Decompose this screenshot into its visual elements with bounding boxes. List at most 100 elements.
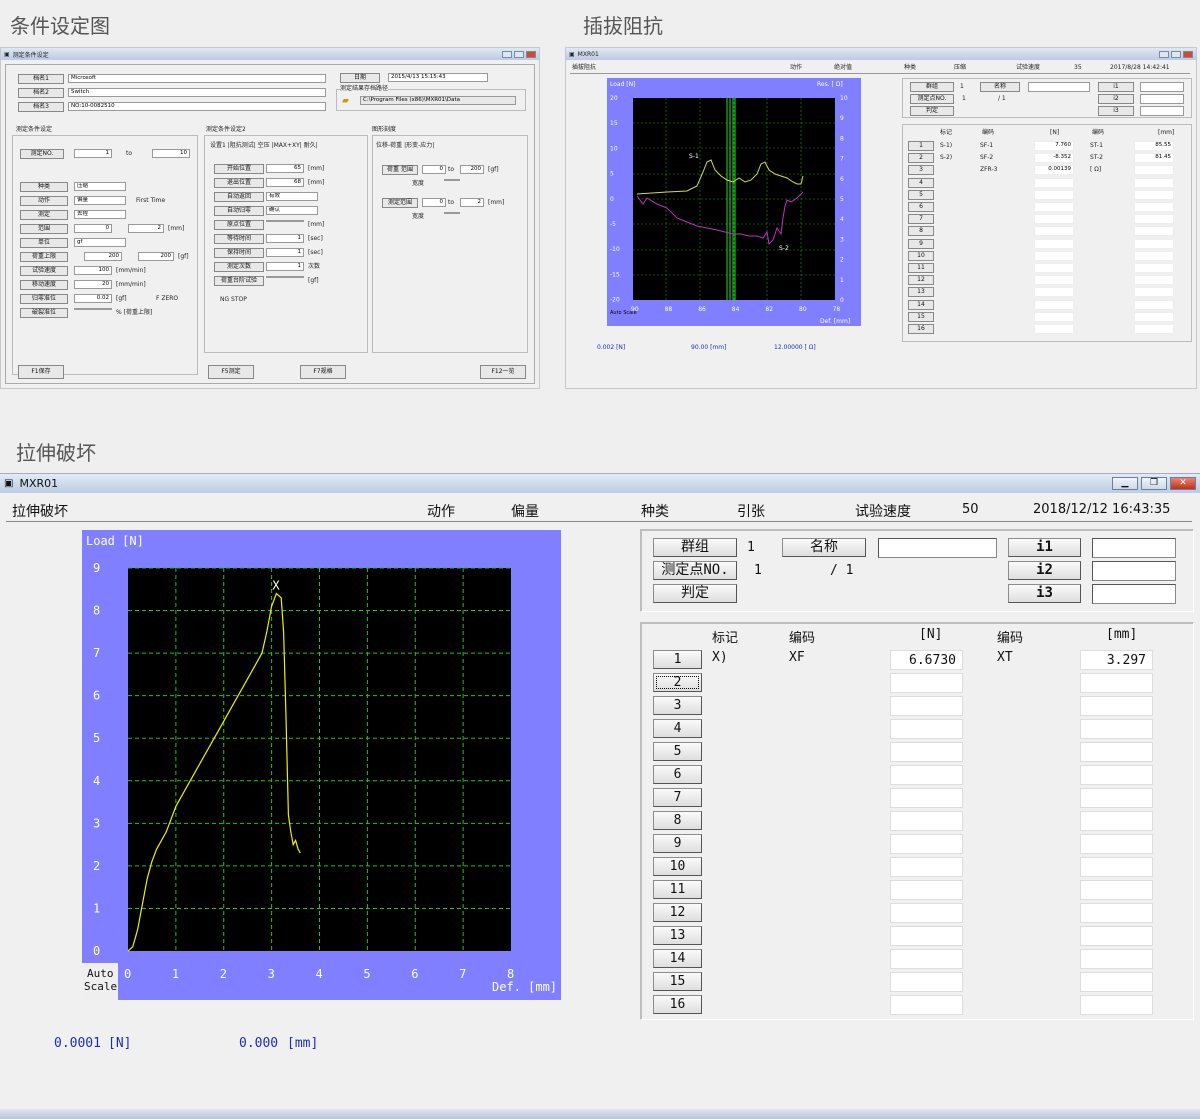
measure-no-to[interactable]: 10 — [152, 149, 190, 158]
i3-input[interactable] — [1092, 584, 1176, 604]
file-name-3-button[interactable]: 档名3 — [18, 102, 64, 112]
ins-row-6-button[interactable]: 6 — [908, 202, 934, 212]
row-2-button[interactable]: 2 — [653, 673, 702, 692]
row-1-button[interactable]: 1 — [653, 650, 702, 669]
measure-no-from[interactable]: 1 — [74, 149, 112, 158]
measure-no-button[interactable]: 测定NO. — [20, 149, 64, 159]
file-name-2-button[interactable]: 档名2 — [18, 88, 64, 98]
ins-i1-field[interactable] — [1140, 82, 1184, 92]
row-11-button[interactable]: 11 — [653, 880, 702, 899]
minimize-icon-3[interactable]: ▁ — [1112, 477, 1138, 490]
ins-row-8-button[interactable]: 8 — [908, 226, 934, 237]
close-icon-2[interactable] — [1183, 50, 1193, 58]
row-10-button[interactable]: 10 — [653, 857, 702, 876]
row-9-button[interactable]: 9 — [653, 834, 702, 853]
ins-i3-button[interactable]: i3 — [1098, 106, 1134, 116]
start-position-field[interactable]: 65 — [266, 164, 304, 173]
unit-select[interactable]: gf — [74, 238, 126, 247]
ins-group-button[interactable]: 群组 — [910, 82, 954, 92]
group2-tabs[interactable]: 设置1 |阻抗测试| 空压 |MAX+XY| 耐久| — [210, 143, 318, 149]
row-6-button[interactable]: 6 — [653, 765, 702, 784]
row-7-button[interactable]: 7 — [653, 788, 702, 807]
ins-row-11-button[interactable]: 11 — [908, 263, 934, 273]
file-name-2-field[interactable]: Switch — [68, 88, 326, 97]
i3-button[interactable]: i3 — [1008, 584, 1081, 603]
file-name-1-field[interactable]: Microsoft — [68, 74, 326, 83]
ins-judge-button[interactable]: 判定 — [910, 106, 954, 116]
row-13-button[interactable]: 13 — [653, 926, 702, 945]
row-3-button[interactable]: 3 — [653, 696, 702, 715]
row-15-button[interactable]: 15 — [653, 972, 702, 991]
group-button[interactable]: 群组 — [653, 538, 737, 557]
i1-input[interactable] — [1092, 538, 1176, 558]
meas-range-from[interactable]: 0 — [422, 198, 446, 207]
f7-spec-button[interactable]: F7规格 — [300, 365, 346, 379]
folder-icon[interactable]: ▰ — [342, 97, 349, 106]
maximize-icon[interactable] — [514, 50, 524, 58]
file-name-1-button[interactable]: 档名1 — [18, 74, 64, 84]
i2-button[interactable]: i2 — [1008, 561, 1081, 580]
count-field[interactable]: 1 — [266, 262, 304, 271]
auto-scale-label-1[interactable]: Auto — [87, 967, 114, 980]
auto-return-select[interactable]: 有效 — [266, 192, 318, 201]
kind-select[interactable]: 压缩 — [74, 182, 126, 191]
close-icon-3[interactable]: ✕ — [1170, 477, 1196, 490]
ins-i2-button[interactable]: i2 — [1098, 94, 1134, 104]
load-range-to-field[interactable]: 200 — [460, 165, 484, 174]
load-width-field[interactable] — [444, 179, 460, 181]
ins-row-2-button[interactable]: 2 — [908, 153, 934, 164]
judge-button[interactable]: 判定 — [653, 584, 737, 603]
ins-row-12-button[interactable]: 12 — [908, 275, 934, 286]
break-level-field[interactable] — [74, 308, 112, 310]
ins-row-10-button[interactable]: 10 — [908, 250, 934, 261]
group3-tabs[interactable]: 位移-荷重 |形变-应力| — [376, 143, 434, 149]
ins-row-5-button[interactable]: 5 — [908, 189, 934, 200]
meas-width-field[interactable] — [444, 212, 460, 214]
point-no-button[interactable]: 测定点NO. — [653, 561, 737, 580]
auto-zero-select[interactable]: 确认 — [266, 206, 318, 215]
origin-field[interactable] — [266, 220, 304, 222]
load-limit-f[interactable]: 200 — [84, 252, 122, 261]
ins-row-4-button[interactable]: 4 — [908, 177, 934, 188]
exit-position-field[interactable]: 68 — [266, 178, 304, 187]
ins-i2-field[interactable] — [1140, 94, 1184, 104]
f-zero-checkbox[interactable]: F ZERO — [156, 296, 178, 302]
ins-row-15-button[interactable]: 15 — [908, 311, 934, 322]
minimize-icon-2[interactable] — [1159, 50, 1169, 58]
f5-measure-button[interactable]: F5测定 — [208, 365, 254, 379]
ng-stop-checkbox[interactable]: NG STOP — [220, 297, 247, 303]
range-from[interactable]: 0 — [74, 224, 112, 233]
ins-row-9-button[interactable]: 9 — [908, 238, 934, 249]
ins-i1-button[interactable]: i1 — [1098, 82, 1134, 92]
name-button[interactable]: 名称 — [782, 538, 866, 557]
row-12-button[interactable]: 12 — [653, 903, 702, 922]
zero-level-field[interactable]: 0.02 — [74, 294, 112, 303]
wait-time-field[interactable]: 1 — [266, 234, 304, 243]
minimize-icon[interactable] — [502, 50, 512, 58]
row-16-button[interactable]: 16 — [653, 995, 702, 1014]
date-button[interactable]: 日期 — [340, 73, 380, 83]
ins-name-button[interactable]: 名称 — [980, 82, 1020, 92]
measure-select[interactable]: 去程 — [74, 210, 126, 219]
move-speed-field[interactable]: 20 — [74, 280, 112, 289]
row-5-button[interactable]: 5 — [653, 742, 702, 761]
load-limit-r[interactable]: 200 — [138, 252, 174, 261]
test-speed-field[interactable]: 100 — [74, 266, 112, 275]
ins-row-1-button[interactable]: 1 — [908, 141, 934, 151]
i1-button[interactable]: i1 — [1008, 538, 1081, 557]
row-4-button[interactable]: 4 — [653, 719, 702, 738]
f1-save-button[interactable]: F1保存 — [18, 365, 64, 379]
step-test-field[interactable] — [266, 276, 304, 278]
ins-name-field[interactable] — [1028, 82, 1090, 92]
range-to[interactable]: 2 — [128, 224, 164, 233]
ins-point-button[interactable]: 测定点NO. — [910, 94, 954, 104]
close-icon[interactable] — [526, 50, 536, 58]
i2-input[interactable] — [1092, 561, 1176, 581]
row-8-button[interactable]: 8 — [653, 811, 702, 830]
meas-range-to-field[interactable]: 2 — [460, 198, 484, 207]
f12-list-button[interactable]: F12一览 — [480, 365, 526, 379]
file-name-3-field[interactable]: NO:10-0082510 — [68, 102, 326, 111]
ins-row-7-button[interactable]: 7 — [908, 214, 934, 225]
auto-scale-label-2[interactable]: Scale — [84, 980, 117, 993]
first-time-checkbox[interactable]: First Time — [136, 198, 165, 204]
